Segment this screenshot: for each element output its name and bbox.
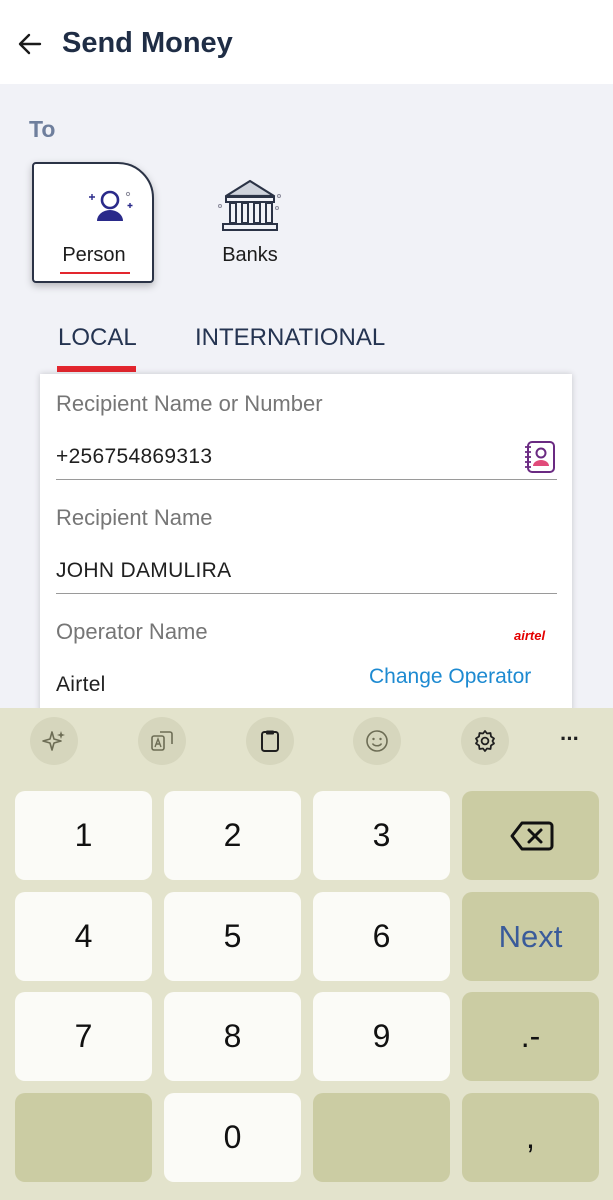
operator-name-label: Operator Name <box>56 619 208 644</box>
settings-icon[interactable] <box>461 717 509 765</box>
page-title: Send Money <box>62 27 233 59</box>
key-0[interactable]: 0 <box>164 1093 301 1182</box>
person-label: Person <box>62 244 126 266</box>
recipient-form-card <box>40 374 572 714</box>
tab-international[interactable]: INTERNATIONAL <box>195 324 385 352</box>
next-key[interactable]: Next <box>462 892 599 981</box>
key-6[interactable]: 6 <box>313 892 450 981</box>
change-operator-link[interactable]: Change Operator <box>369 665 531 689</box>
key-2[interactable]: 2 <box>164 791 301 880</box>
active-tab-indicator <box>57 366 136 372</box>
key-9[interactable]: 9 <box>313 992 450 1081</box>
recipient-number-underline <box>56 479 557 480</box>
recipient-name-underline <box>56 593 557 594</box>
key-3[interactable]: 3 <box>313 791 450 880</box>
recipient-number-input[interactable]: +256754869313 <box>56 445 212 469</box>
selected-underline <box>60 272 130 274</box>
key-5[interactable]: 5 <box>164 892 301 981</box>
dot-dash-key[interactable]: .- <box>462 992 599 1081</box>
person-icon <box>88 188 136 228</box>
sparkle-icon[interactable] <box>30 717 78 765</box>
to-label: To <box>29 116 56 142</box>
backspace-key[interactable] <box>462 791 599 880</box>
operator-name-input[interactable]: Airtel <box>56 673 106 697</box>
recipient-name-label: Recipient Name <box>56 505 213 530</box>
key-7[interactable]: 7 <box>15 992 152 1081</box>
airtel-logo: airtel <box>514 628 546 643</box>
numeric-keyboard: ··· 1 2 3 4 5 6 Next 7 8 9 .- 0 , <box>0 708 613 1200</box>
backspace-icon <box>510 821 554 851</box>
comma-key[interactable]: , <box>462 1093 599 1182</box>
clipboard-icon[interactable] <box>246 717 294 765</box>
emoji-icon[interactable] <box>353 717 401 765</box>
contacts-book-icon[interactable] <box>522 440 556 474</box>
translate-icon[interactable] <box>138 717 186 765</box>
tab-local[interactable]: LOCAL <box>58 324 137 352</box>
recipient-number-label: Recipient Name or Number <box>56 391 323 416</box>
banks-label[interactable]: Banks <box>188 244 312 267</box>
bank-icon[interactable] <box>212 176 288 236</box>
key-4[interactable]: 4 <box>15 892 152 981</box>
recipient-name-input[interactable]: JOHN DAMULIRA <box>56 559 231 583</box>
person-option[interactable]: Person <box>32 162 154 283</box>
key-8[interactable]: 8 <box>164 992 301 1081</box>
arrow-left-icon[interactable] <box>14 28 46 60</box>
app-header: Send Money <box>0 0 613 84</box>
key-1[interactable]: 1 <box>15 791 152 880</box>
more-icon[interactable]: ··· <box>560 726 580 752</box>
blank-key-right <box>313 1093 450 1182</box>
blank-key-left <box>15 1093 152 1182</box>
